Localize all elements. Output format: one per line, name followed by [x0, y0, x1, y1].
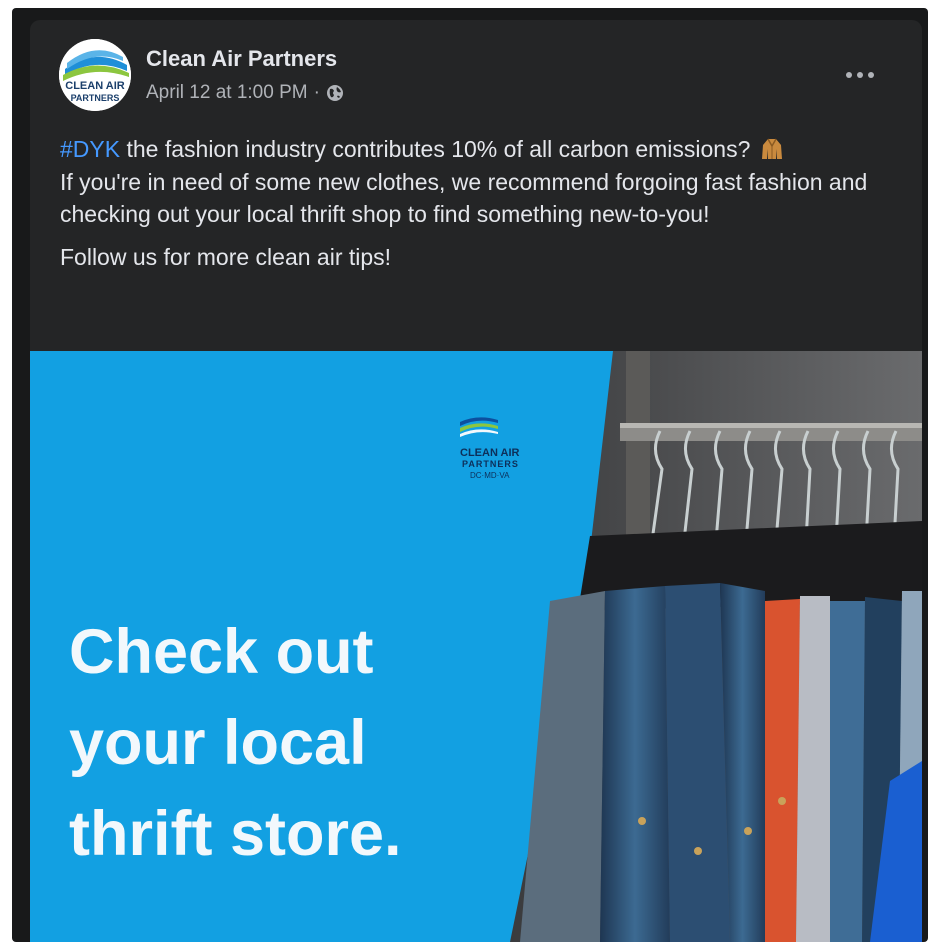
clean-air-partners-logo: CLEAN AIR PARTNERS DC·MD·VA: [458, 414, 550, 492]
globe-icon[interactable]: [326, 84, 344, 102]
headline-line-2: your local: [69, 708, 367, 778]
svg-text:CLEAN AIR: CLEAN AIR: [65, 80, 125, 92]
post-meta: April 12 at 1:00 PM ·: [146, 82, 344, 104]
feed-background: CLEAN AIR PARTNERS Clean Air Partners Ap…: [12, 8, 928, 942]
post-body-text: If you're in need of some new clothes, w…: [60, 168, 868, 228]
svg-text:PARTNERS: PARTNERS: [462, 459, 519, 469]
meta-separator: ·: [313, 82, 320, 103]
hashtag-link[interactable]: #DYK: [60, 136, 120, 162]
post-timestamp-link[interactable]: April 12 at 1:00 PM: [146, 82, 308, 104]
svg-text:PARTNERS: PARTNERS: [71, 93, 120, 103]
post-message: #DYK the fashion industry contributes 10…: [60, 133, 900, 273]
coat-icon: [761, 137, 783, 161]
headline-line-1: Check out: [69, 617, 374, 687]
page-avatar[interactable]: CLEAN AIR PARTNERS: [59, 39, 131, 111]
more-options-icon[interactable]: [840, 60, 880, 90]
post-card: CLEAN AIR PARTNERS Clean Air Partners Ap…: [30, 20, 922, 942]
post-line-1: the fashion industry contributes 10% of …: [120, 136, 751, 162]
headline-line-3: thrift store.: [69, 799, 402, 869]
post-paragraph-main: #DYK the fashion industry contributes 10…: [60, 133, 900, 231]
svg-text:DC·MD·VA: DC·MD·VA: [470, 471, 510, 480]
page-name-link[interactable]: Clean Air Partners: [146, 46, 337, 72]
svg-text:CLEAN AIR: CLEAN AIR: [460, 447, 520, 459]
post-image[interactable]: CLEAN AIR PARTNERS DC·MD·VA Check out yo…: [30, 351, 922, 942]
post-follow-text: Follow us for more clean air tips!: [60, 243, 392, 270]
image-headline: Check out your local thrift store.: [69, 607, 539, 880]
